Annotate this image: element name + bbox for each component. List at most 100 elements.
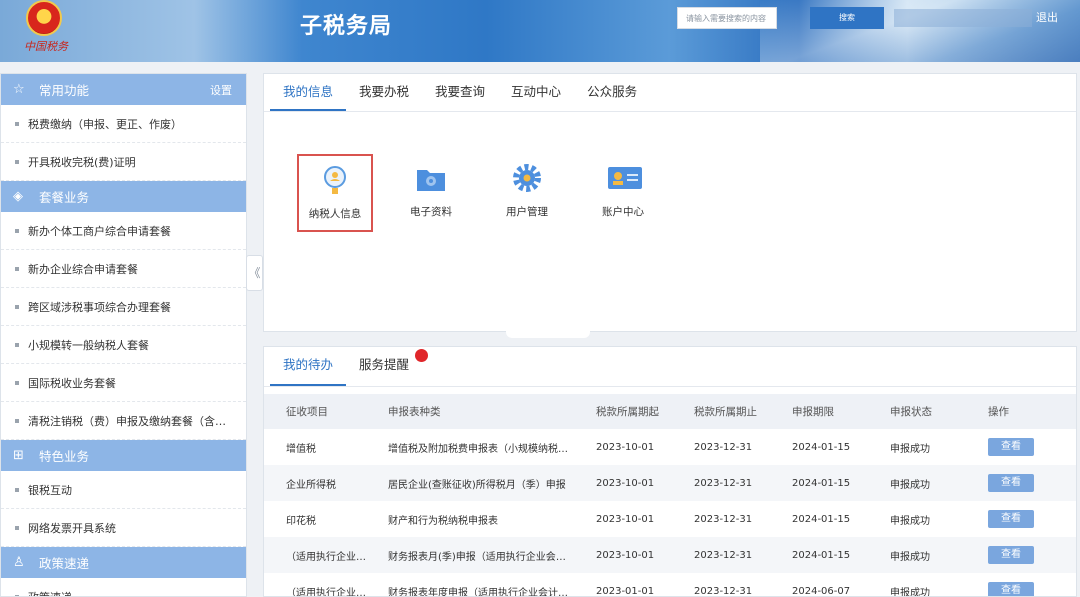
tab-tax-handling[interactable]: 我要办税 — [346, 74, 422, 111]
my-todo-panel: 我的待办 服务提醒 征收项目 申报表种类 税款所属期起 税款所属期止 申报期限 … — [263, 346, 1077, 597]
table-cell-text: 增值税及附加税费申报表（小规模纳税… — [388, 443, 568, 455]
table-cell: 2023-12-31 — [672, 537, 770, 573]
sidebar-item-label: 清税注销税（费）申报及缴纳套餐（含… — [28, 414, 226, 428]
sidebar-item-label: 政策速递 — [28, 590, 72, 597]
sidebar-section-special[interactable]: ⊞ 特色业务 — [1, 440, 246, 471]
table-cell-text: （适用执行企业… — [286, 587, 366, 597]
column-header: 操作 — [966, 394, 1076, 429]
table-cell: 2024-01-15 — [770, 537, 868, 573]
column-header: 税款所属期起 — [574, 394, 672, 429]
bullet-icon — [15, 418, 19, 423]
function-e-documents[interactable]: 电子资料 — [393, 162, 469, 219]
sidebar-item-new-enterprise-package[interactable]: 新办企业综合申请套餐 — [1, 250, 246, 288]
view-button[interactable]: 查看 — [988, 510, 1034, 528]
sidebar-item-label: 开具税收完税(费)证明 — [28, 155, 136, 169]
table-cell: 财产和行为税纳税申报表 — [366, 501, 574, 537]
sidebar-item-e-invoice[interactable]: 网络发票开具系统 — [1, 509, 246, 547]
sidebar-item-cross-region-package[interactable]: 跨区域涉税事项综合办理套餐 — [1, 288, 246, 326]
table-cell: 2023-10-01 — [596, 441, 655, 453]
search-input[interactable]: 请输入需要搜索的内容 — [677, 7, 777, 29]
function-user-management[interactable]: 用户管理 — [489, 162, 565, 219]
function-label: 电子资料 — [410, 206, 452, 218]
sidebar-section-policy[interactable]: ♙ 政策速递 — [1, 547, 246, 578]
view-button[interactable]: 查看 — [988, 438, 1034, 456]
view-button[interactable]: 查看 — [988, 582, 1034, 596]
view-button[interactable]: 查看 — [988, 546, 1034, 564]
table-cell: 2023-01-01 — [596, 585, 655, 597]
table-cell: 查看 — [966, 501, 1076, 537]
table-cell-text: 财产和行为税纳税申报表 — [388, 515, 498, 527]
search-button[interactable]: 搜索 — [810, 7, 884, 29]
sidebar-item-tax-payment[interactable]: 税费缴纳（申报、更正、作废） — [1, 105, 246, 143]
sidebar-section-common[interactable]: ☆ 常用功能 设置 — [1, 74, 246, 105]
tab-service-reminder[interactable]: 服务提醒 — [346, 347, 422, 386]
table-cell: 查看 — [966, 429, 1076, 465]
sidebar-item-individual-business-package[interactable]: 新办个体工商户综合申请套餐 — [1, 212, 246, 250]
function-taxpayer-info[interactable]: 纳税人信息 — [297, 154, 373, 232]
bullet-icon — [15, 380, 19, 385]
sidebar-item-label: 新办个体工商户综合申请套餐 — [28, 224, 171, 238]
sidebar-item-policy[interactable]: 政策速递 — [1, 578, 246, 597]
table-row: 增值税 增值税及附加税费申报表（小规模纳税… 2023-10-01 2023-1… — [264, 429, 1076, 465]
sidebar-item-small-scale-package[interactable]: 小规模转一般纳税人套餐 — [1, 326, 246, 364]
table-cell: 财务报表月(季)申报（适用执行企业会计… — [366, 537, 574, 573]
user-name-area[interactable] — [894, 9, 1032, 27]
table-row: （适用执行企业… 财务报表年度申报（适用执行企业会计… 2023-01-01 2… — [264, 573, 1076, 597]
sidebar-collapse-button[interactable]: 《 — [246, 255, 263, 291]
bullet-icon — [15, 487, 19, 492]
table-cell: （适用执行企业… — [264, 573, 366, 597]
table-cell-text: 财务报表年度申报（适用执行企业会计… — [388, 587, 568, 597]
sidebar-item-international-tax-package[interactable]: 国际税收业务套餐 — [1, 364, 246, 402]
bullet-icon — [15, 266, 19, 271]
table-cell: 2024-06-07 — [792, 585, 851, 597]
table-cell: 企业所得税 — [264, 465, 366, 501]
id-card-icon — [607, 162, 642, 194]
settings-link[interactable]: 设置 — [210, 82, 232, 98]
sidebar-section-title: 特色业务 — [39, 449, 90, 464]
sidebar-item-deregistration-package[interactable]: 清税注销税（费）申报及缴纳套餐（含… — [1, 402, 246, 440]
sidebar-section-packages[interactable]: ◈ 套餐业务 — [1, 181, 246, 212]
sidebar-item-bank-tax[interactable]: 银税互动 — [1, 471, 246, 509]
logout-link[interactable]: 退出 — [1036, 9, 1058, 25]
function-account-center[interactable]: 账户中心 — [585, 162, 661, 219]
person-icon: ♙ — [13, 555, 25, 570]
table-cell: （适用执行企业… — [264, 537, 366, 573]
bullet-icon — [15, 525, 19, 530]
table-cell: 查看 — [966, 537, 1076, 573]
table-cell: 申报成功 — [890, 587, 930, 597]
table-cell: 财务报表年度申报（适用执行企业会计… — [366, 573, 574, 597]
sidebar-section-title: 常用功能 — [39, 83, 90, 98]
table-cell-text: （适用执行企业… — [286, 551, 366, 563]
sidebar-item-tax-certificate[interactable]: 开具税收完税(费)证明 — [1, 143, 246, 181]
table-header-row: 征收项目 申报表种类 税款所属期起 税款所属期止 申报期限 申报状态 操作 — [264, 394, 1076, 429]
tab-interaction[interactable]: 互动中心 — [498, 74, 574, 111]
sidebar: ☆ 常用功能 设置 税费缴纳（申报、更正、作废） 开具税收完税(费)证明 ◈ 套… — [0, 73, 247, 597]
emblem-caption: 中国税务 — [24, 40, 68, 53]
sidebar-item-label: 税费缴纳（申报、更正、作废） — [28, 117, 182, 131]
tab-public-service[interactable]: 公众服务 — [574, 74, 650, 111]
todo-tabs: 我的待办 服务提醒 — [264, 347, 1076, 387]
sidebar-item-label: 小规模转一般纳税人套餐 — [28, 338, 149, 352]
folder-icon — [415, 162, 447, 194]
column-header: 申报状态 — [868, 394, 966, 429]
gear-icon — [511, 162, 543, 194]
table-cell: 2023-10-01 — [574, 537, 672, 573]
table-cell: 印花税 — [286, 515, 316, 527]
table-cell: 查看 — [966, 573, 1076, 596]
function-label: 用户管理 — [506, 206, 548, 218]
function-label: 纳税人信息 — [308, 208, 362, 220]
table-row: 企业所得税 居民企业(查账征收)所得税月（季）申报 2023-10-01 202… — [264, 465, 1076, 501]
view-button[interactable]: 查看 — [988, 474, 1034, 492]
bullet-icon — [15, 228, 19, 233]
panel-bottom-tab — [506, 330, 590, 338]
top-banner: 中国税务 子税务局 请输入需要搜索的内容 搜索 退出 — [0, 0, 1080, 62]
column-header: 申报期限 — [770, 394, 868, 429]
tab-my-info[interactable]: 我的信息 — [270, 74, 347, 111]
sidebar-item-label: 新办企业综合申请套餐 — [28, 262, 138, 276]
tab-query[interactable]: 我要查询 — [422, 74, 498, 111]
column-header: 税款所属期止 — [672, 394, 770, 429]
table-cell-text: 财务报表月(季)申报（适用执行企业会计… — [388, 551, 574, 563]
tab-my-todo[interactable]: 我的待办 — [270, 347, 347, 386]
bullet-icon — [15, 342, 19, 347]
table-cell: 增值税及附加税费申报表（小规模纳税… — [366, 429, 574, 465]
